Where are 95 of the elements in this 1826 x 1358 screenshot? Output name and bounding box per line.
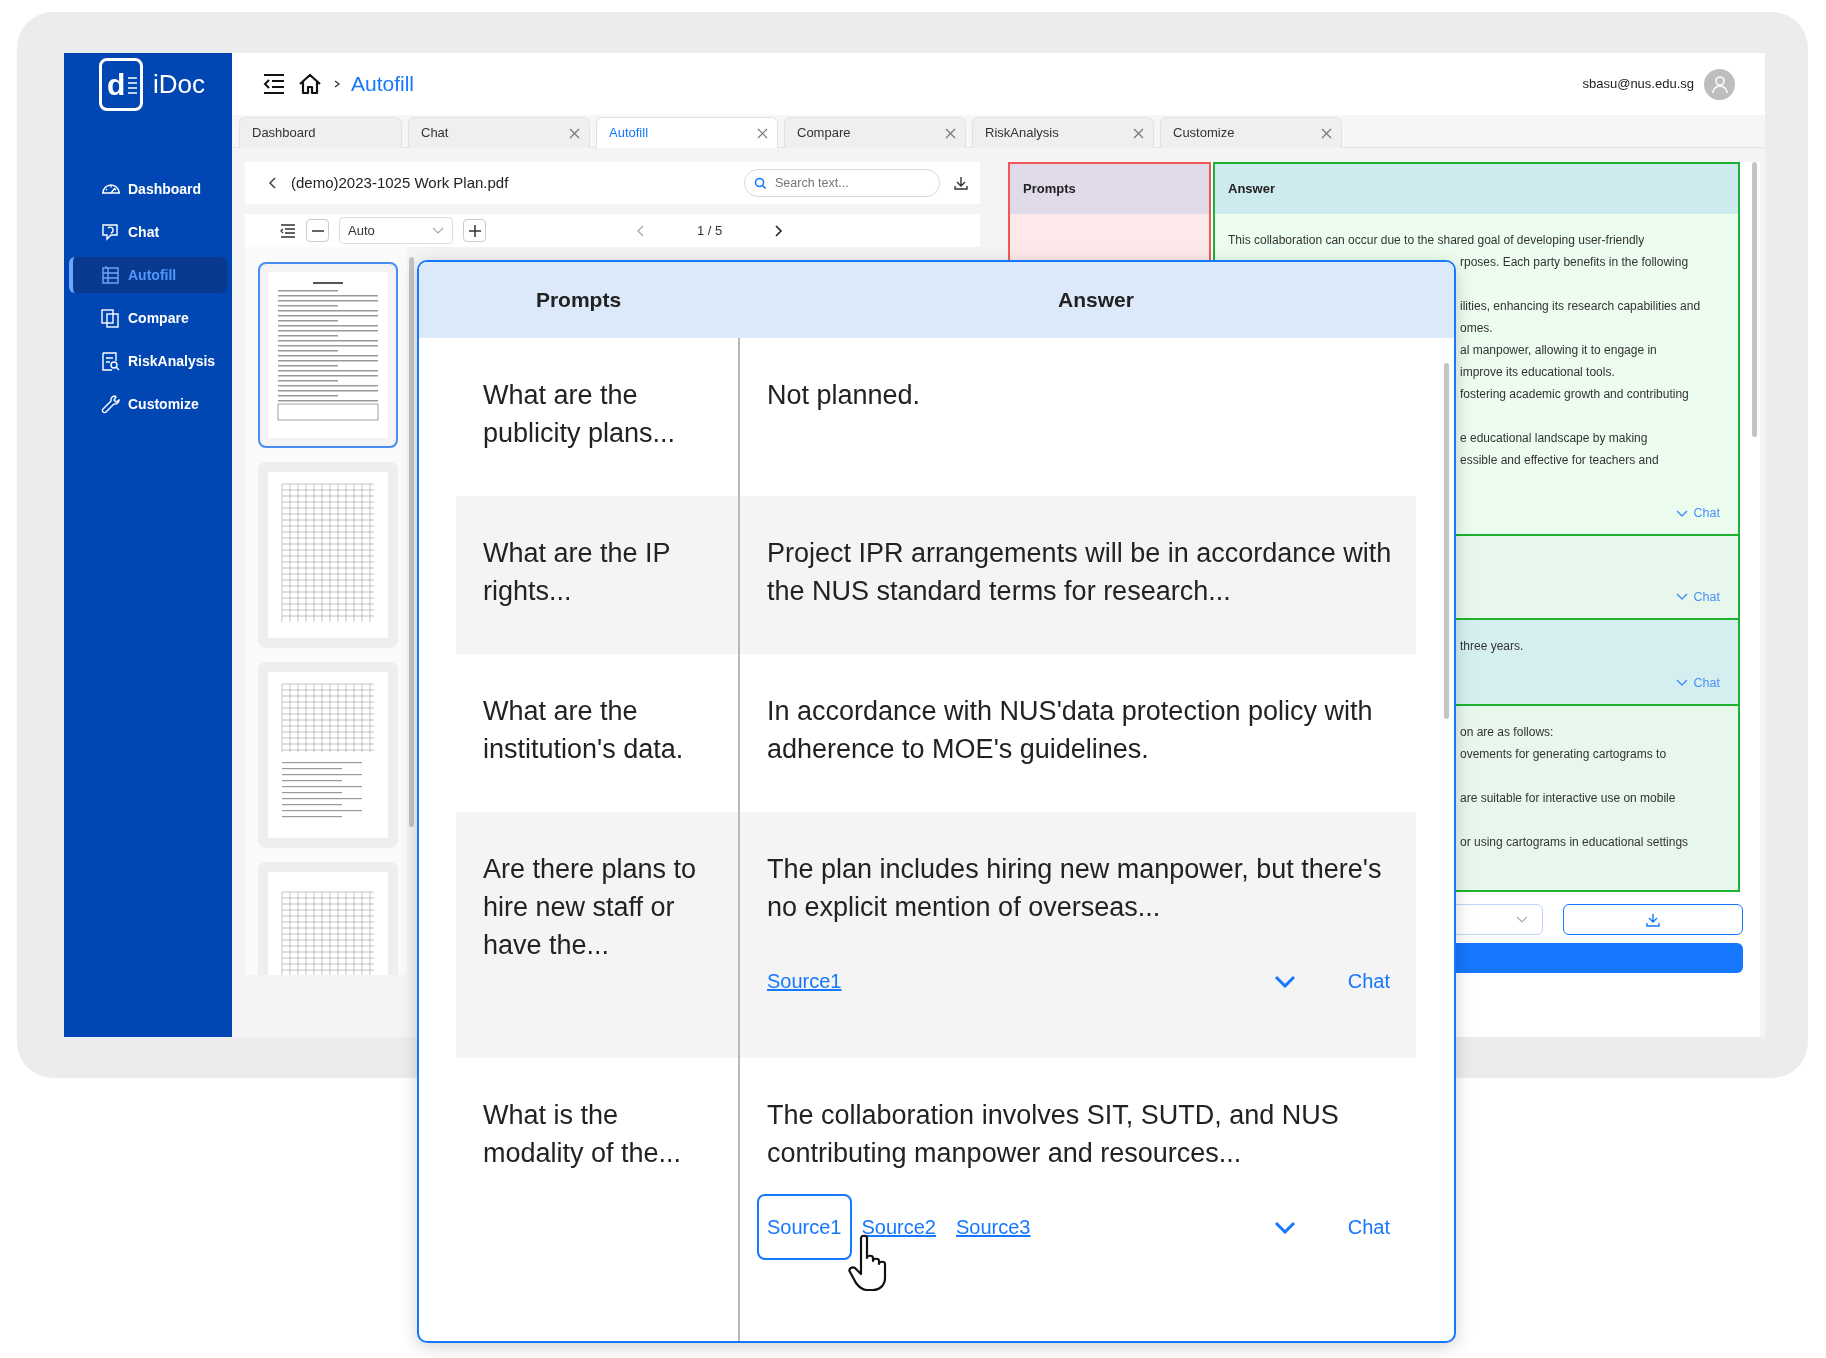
chat-link[interactable]: Chat xyxy=(1693,507,1720,520)
scrollbar[interactable] xyxy=(409,257,414,827)
column-header: Answer xyxy=(1215,164,1738,214)
user-email: sbasu@nus.edu.sg xyxy=(1582,75,1694,94)
chat-icon xyxy=(100,221,121,243)
answer-text: are suitable for interactive use on mobile xyxy=(1459,789,1677,807)
answer-text: The plan includes hiring new manpower, but there's no explicit mention of overseas... xyxy=(767,853,1383,924)
compare-icon xyxy=(100,307,121,329)
chevron-down-icon[interactable] xyxy=(1273,974,1296,988)
answer-text: essible and effective for teachers and xyxy=(1459,451,1660,469)
answer-text: or using cartograms in educational settings xyxy=(1459,833,1690,851)
page-thumbnail[interactable] xyxy=(258,262,398,448)
chevron-down-icon[interactable] xyxy=(1675,679,1688,688)
chat-link[interactable]: Chat xyxy=(1347,962,1390,1000)
outline-icon[interactable] xyxy=(280,222,296,239)
app-name: iDoc xyxy=(153,68,205,101)
answer-text: rposes. Each party benefits in the following xyxy=(1459,253,1690,271)
next-page-icon[interactable] xyxy=(774,224,784,237)
back-icon[interactable] xyxy=(267,176,277,190)
sidebar-item[interactable]: Compare xyxy=(69,300,227,336)
answer-text: on are as follows: xyxy=(1459,723,1555,741)
prompt-text: What are the publicity plans... xyxy=(483,379,677,450)
close-icon[interactable] xyxy=(757,127,768,139)
page-thumbnail[interactable] xyxy=(258,662,398,848)
tab[interactable]: Dashboard xyxy=(239,117,402,148)
answer-text: In accordance with NUS'data protection policy with adherence to MOE's guidelines. xyxy=(767,695,1374,766)
chat-link[interactable]: Chat xyxy=(1693,677,1720,690)
document-search-icon xyxy=(100,350,121,372)
answer-text: Project IPR arrangements will be in accordance with the NUS standard terms for research... xyxy=(767,537,1393,608)
source-link[interactable]: Source3 xyxy=(946,1194,1041,1260)
logo-lines-icon xyxy=(127,74,139,95)
zoom-in-button[interactable] xyxy=(463,219,486,242)
search-field[interactable]: Search text... xyxy=(744,169,940,197)
chevron-right-icon xyxy=(333,79,341,89)
chevron-down-icon[interactable] xyxy=(1273,1220,1296,1234)
close-icon[interactable] xyxy=(945,127,956,139)
answer-text: ovements for generating cartograms to xyxy=(1459,745,1668,763)
answer-text: This collaboration can occur due to the shared goal of developing user-friendly xyxy=(1227,231,1646,249)
source-link[interactable]: Source1 xyxy=(757,1194,852,1260)
scrollbar[interactable] xyxy=(1752,162,1757,437)
tab[interactable]: Customize xyxy=(1160,117,1342,148)
answer-text: e educational landscape by making xyxy=(1459,429,1649,447)
answer-text: al manpower, allowing it to engage in xyxy=(1459,341,1658,359)
sidebar-item[interactable]: RiskAnalysis xyxy=(69,343,227,379)
tab[interactable]: RiskAnalysis xyxy=(972,117,1154,148)
answer-text: improve its educational tools. xyxy=(1459,363,1616,381)
close-icon[interactable] xyxy=(1133,127,1144,139)
column-header: Prompts xyxy=(534,287,623,314)
page-indicator: 1 / 5 xyxy=(697,221,723,240)
logo-letter: d xyxy=(107,69,126,100)
answer-text: omes. xyxy=(1459,319,1494,337)
plus-icon xyxy=(468,224,481,237)
answer-text: The collaboration involves SIT, SUTD, and NUS contributing manpower and resources... xyxy=(767,1099,1340,1170)
chat-link[interactable]: Chat xyxy=(1347,1208,1390,1246)
close-icon[interactable] xyxy=(569,127,580,139)
breadcrumb-link[interactable]: Autofill xyxy=(351,68,415,100)
caret-icon xyxy=(1516,916,1528,923)
sidebar-item[interactable]: Dashboard xyxy=(69,171,227,207)
prompt-text: What are the institution's data. xyxy=(483,695,685,766)
scrollbar[interactable] xyxy=(1444,363,1449,719)
zoom-select[interactable]: Auto xyxy=(339,217,453,244)
answer-text: three years. xyxy=(1459,637,1525,655)
download-button[interactable] xyxy=(1563,904,1743,935)
column-header: Prompts xyxy=(1010,164,1209,214)
prompt-text: Are there plans to hire new staff or have the... xyxy=(483,853,698,962)
sidebar-item[interactable]: Autofill xyxy=(69,257,227,293)
tab[interactable]: Autofill xyxy=(596,117,778,148)
chevron-down-icon[interactable] xyxy=(1675,593,1688,602)
home-icon[interactable] xyxy=(297,71,323,97)
answer-text: fostering academic growth and contributing xyxy=(1459,385,1690,403)
sidebar-item[interactable]: Customize xyxy=(69,386,227,422)
person-icon xyxy=(1710,74,1729,94)
page-thumbnail[interactable] xyxy=(258,462,398,648)
chat-link[interactable]: Chat xyxy=(1693,591,1720,604)
tab[interactable]: Compare xyxy=(784,117,966,148)
tab[interactable]: Chat xyxy=(408,117,590,148)
prompt-text: What are the IP rights... xyxy=(483,537,672,608)
column-header: Answer xyxy=(1057,287,1135,314)
source-link[interactable]: Source1 xyxy=(757,948,852,1014)
previous-page-icon[interactable] xyxy=(636,224,645,237)
prompt-text: What is the modality of the... xyxy=(483,1099,683,1170)
menu-collapse-icon[interactable] xyxy=(261,71,287,97)
close-icon[interactable] xyxy=(1321,127,1332,139)
download-icon[interactable] xyxy=(954,176,968,190)
caret-icon xyxy=(432,227,444,234)
file-name: (demo)2023-1025 Work Plan.pdf xyxy=(291,172,509,193)
source-link[interactable]: Source2 xyxy=(851,1194,946,1260)
answer-text: Not planned. xyxy=(767,379,922,412)
zoom-out-button[interactable] xyxy=(306,219,329,242)
download-icon xyxy=(1646,912,1660,927)
wrench-icon xyxy=(100,393,121,415)
answer-text: ilities, enhancing its research capabilities and xyxy=(1459,297,1702,315)
sidebar-item[interactable]: Chat xyxy=(69,214,227,250)
table-icon xyxy=(100,264,121,286)
chevron-down-icon[interactable] xyxy=(1675,509,1688,518)
